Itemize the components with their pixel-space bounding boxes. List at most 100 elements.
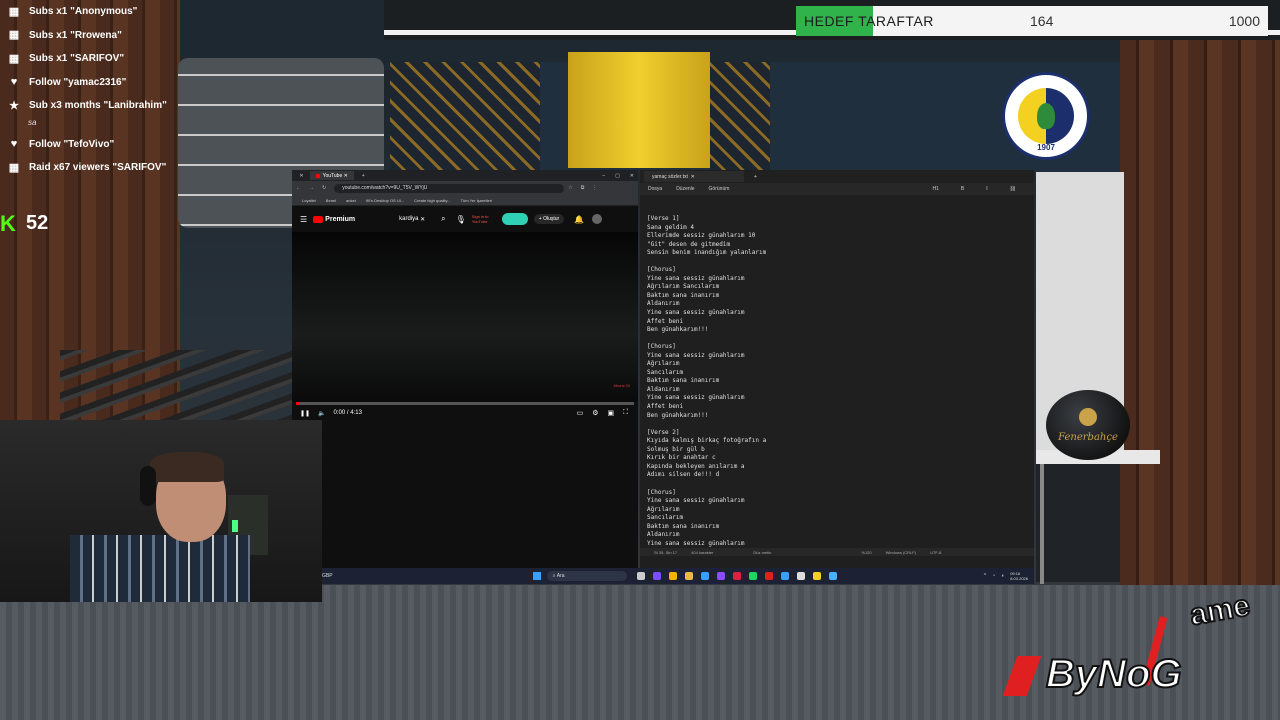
app-icon[interactable] [732, 572, 741, 580]
text-line: Sancılarım [647, 368, 684, 376]
youtube-favicon-icon [315, 173, 320, 178]
studio-gold-pattern-right [710, 62, 770, 172]
text-line: Adımı silsen de!!! d [647, 471, 720, 479]
menu-item[interactable]: Düzenle [676, 186, 694, 192]
menu-icon[interactable]: ⋮ [592, 185, 597, 191]
fenerbahce-ball: Fenerbahçe [1046, 390, 1130, 460]
browser-tab-youtube[interactable]: YouTube ✕ [309, 171, 354, 180]
volume-icon[interactable]: ◖ [1001, 573, 1004, 579]
chevron-up-icon[interactable]: ^ [984, 573, 986, 579]
pause-icon[interactable]: ❚❚ [300, 410, 310, 417]
text-line: [Verse 2] [647, 428, 680, 436]
premium-offer-link[interactable]: Sign in to YouTube [472, 214, 496, 224]
new-tab-button[interactable]: + [362, 173, 365, 179]
text-line: Sancılarım [647, 514, 684, 522]
format-tool[interactable]: B [961, 186, 964, 192]
fullscreen-icon[interactable]: ⛶ [623, 409, 628, 417]
wifi-icon[interactable]: ◔ [992, 573, 995, 579]
heart-icon: ♥ [10, 76, 18, 89]
settings-gear-icon[interactable]: ⚙ [592, 409, 598, 417]
task-view-icon[interactable] [636, 572, 645, 580]
close-button[interactable]: ✕ [630, 173, 634, 179]
window-controls: – ▢ ✕ [602, 173, 634, 179]
youtube-logo[interactable]: Premium [313, 215, 355, 223]
system-tray: ^ ◔ ◖ 09:16 8.03.2026 [984, 571, 1028, 581]
video-progress-bar[interactable] [296, 402, 634, 405]
event-item: ▦ Subs x1 "SARIFOV" [0, 47, 180, 71]
taskbar-search[interactable]: ⌕ Ara [546, 571, 627, 581]
crest-shield-icon [1018, 88, 1074, 144]
notepad-tab-strip: yamaç sözler.txt ✕ + [640, 170, 1034, 183]
browser-tab-strip: ✕ YouTube ✕ + – ▢ ✕ [292, 170, 638, 181]
search-icon[interactable]: ⌕ [441, 214, 445, 224]
line-ending: Windows (CRLF) [885, 549, 917, 555]
mic-icon[interactable]: 🎙 [456, 215, 466, 224]
text-line: Yine sana sessiz günahlarım [647, 497, 745, 505]
youtube-play-icon [313, 215, 324, 223]
notepad-text-area[interactable]: [Verse 1] Sana geldim 4 Ellerimde sessiz g… [640, 195, 1034, 548]
text-line [647, 335, 1034, 344]
subtitles-icon[interactable]: ▭ [577, 409, 584, 417]
browser-tab[interactable]: ✕ [292, 171, 310, 180]
event-message: sa [28, 117, 37, 127]
app-icon[interactable] [652, 572, 661, 580]
edge-icon[interactable] [700, 572, 709, 580]
notepad-tab-title: yamaç sözler.txt [652, 173, 688, 180]
search-input[interactable]: kardiya ✕ [399, 213, 431, 225]
menu-item[interactable]: Dosya [648, 186, 662, 192]
video-player[interactable]: Abone Ol [292, 232, 638, 402]
extensions-icon[interactable]: ⧉ [581, 185, 585, 191]
spotify-icon[interactable] [748, 572, 757, 580]
new-tab-button[interactable]: + [754, 174, 757, 180]
windows-start-icon[interactable] [532, 572, 541, 580]
app-icon[interactable] [716, 572, 725, 580]
format-tool[interactable]: I [986, 186, 987, 192]
app-icon[interactable] [796, 572, 805, 580]
browser-window: ✕ YouTube ✕ + – ▢ ✕ ← → ↻ youtube.com/wa… [292, 170, 638, 582]
forward-icon[interactable]: → [309, 185, 314, 191]
chrome-icon[interactable] [668, 572, 677, 580]
maximize-button[interactable]: ▢ [615, 173, 620, 179]
bookmark-item[interactable]: Create high quality... [414, 198, 450, 203]
volume-icon[interactable]: 🔈 [318, 410, 325, 417]
event-text: Follow "TefoVivo" [29, 138, 115, 150]
app-icon[interactable] [780, 572, 789, 580]
menu-item[interactable]: Görünüm [709, 186, 730, 192]
app-icon[interactable] [812, 572, 821, 580]
app-icon[interactable] [764, 572, 773, 580]
notepad-tab[interactable]: yamaç sözler.txt ✕ [644, 171, 744, 182]
extension-toggle-icon[interactable] [501, 213, 528, 225]
bookmark-item[interactable]: Tüm Yer İşaretleri [461, 198, 492, 203]
format-tool[interactable]: H1 [933, 186, 939, 192]
notepad-icon[interactable] [828, 572, 837, 580]
subscribe-watermark[interactable]: Abone Ol [613, 383, 630, 388]
text-line: Kıyıda kalmış birkaç fotoğrafın a [647, 437, 767, 445]
reload-icon[interactable]: ↻ [322, 185, 326, 191]
address-bar[interactable]: youtube.com/watch?v=9U_T5V_WYjU [334, 183, 565, 193]
bell-icon[interactable]: 🔔 [574, 215, 584, 224]
text-line: Aldanırım [647, 385, 680, 393]
headphones-icon [140, 466, 156, 506]
event-text: Follow "yamac2316" [29, 76, 127, 88]
bookmark-item[interactable]: Benel [326, 198, 336, 203]
folder-icon[interactable] [684, 572, 693, 580]
bookmark-item[interactable]: Loyallet [302, 198, 316, 203]
bookmark-item[interactable]: 90's Desktop OS UI... [366, 198, 404, 203]
clock[interactable]: 09:16 8.03.2026 [1010, 571, 1028, 581]
recent-events-list: ▦ Subs x1 "Anonymous" ▦ Subs x1 "Rrowena" ▦ S… [0, 0, 180, 180]
bookmarks-bar: Loyallet Benel anket 90's Desktop OS UI... C… [292, 195, 638, 206]
gift-icon: ▦ [8, 52, 20, 65]
hamburger-icon[interactable]: ☰ [300, 215, 307, 224]
event-item: ♥ Follow "TefoVivo" [0, 133, 180, 157]
text-line: Affet beni [647, 403, 684, 411]
create-button[interactable]: + Oluştur [533, 214, 565, 224]
bookmark-star-icon[interactable]: ☆ [568, 185, 572, 191]
theater-icon[interactable]: ▣ [607, 409, 614, 417]
text-line [647, 480, 1034, 489]
minimize-button[interactable]: – [602, 173, 605, 179]
format-tool[interactable]: ⛓ [1010, 186, 1016, 192]
avatar[interactable] [592, 214, 603, 224]
bookmark-item[interactable]: anket [346, 198, 356, 203]
back-icon[interactable]: ← [296, 185, 301, 191]
logo-text-ame: ame [1187, 588, 1254, 633]
